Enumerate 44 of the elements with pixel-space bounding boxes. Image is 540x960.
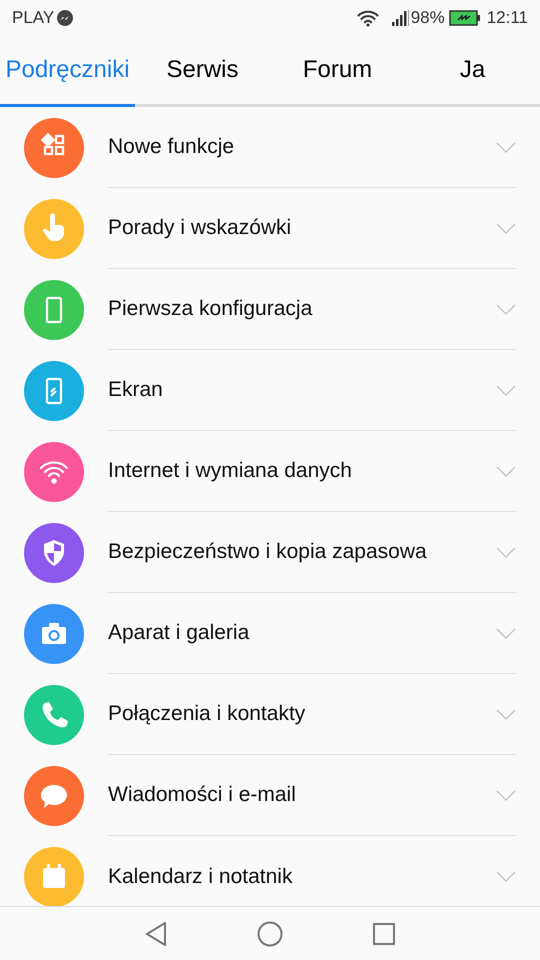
category-item[interactable]: Bezpieczeństwo i kopia zapasowa	[0, 512, 540, 593]
chevron-down-icon	[496, 304, 516, 314]
tab[interactable]: Forum	[270, 36, 405, 107]
category-label: Bezpieczeństwo i kopia zapasowa	[108, 539, 428, 566]
category-label: Porady i wskazówki	[108, 215, 292, 242]
category-item[interactable]: Pierwsza konfiguracja	[0, 269, 540, 350]
category-item[interactable]: Internet i wymiana danych	[0, 431, 540, 512]
signal-icon	[390, 10, 409, 26]
clock: 12:11	[486, 7, 528, 30]
category-label: Nowe funkcje	[108, 134, 236, 160]
category-label: Internet i wymiana danych	[108, 458, 353, 484]
category-item[interactable]: Połączenia i kontakty	[0, 674, 540, 755]
chevron-down-icon	[496, 384, 516, 396]
category-label: Ekran	[108, 377, 164, 404]
category-label: Wiadomości i e-mail	[108, 782, 297, 808]
chevron-down-icon	[496, 708, 516, 720]
chevron-down-icon	[496, 546, 516, 558]
wifi-icon	[356, 10, 379, 26]
category-item[interactable]: Kalendarz i notatnik	[0, 836, 540, 906]
home-icon[interactable]	[257, 920, 283, 946]
messenger-icon	[56, 9, 74, 27]
tab[interactable]: Ja	[405, 36, 540, 107]
category-item[interactable]: Wiadomości i e-mail	[0, 755, 540, 836]
recents-icon[interactable]	[373, 922, 395, 944]
category-item[interactable]: Porady i wskazówki	[0, 188, 540, 269]
category-label: Połączenia i kontakty	[108, 701, 306, 728]
tab[interactable]: Podręczniki	[0, 36, 135, 107]
category-item[interactable]: Nowe funkcje	[0, 107, 540, 188]
battery-icon	[448, 10, 481, 26]
back-icon[interactable]	[145, 922, 167, 946]
chevron-down-icon	[496, 142, 516, 152]
battery-percent: 98%	[410, 7, 445, 30]
chevron-down-icon	[496, 466, 516, 476]
category-item[interactable]: Aparat i galeria	[0, 593, 540, 674]
category-label: Aparat i galeria	[108, 620, 250, 646]
chevron-down-icon	[496, 222, 516, 234]
category-item[interactable]: Ekran	[0, 350, 540, 431]
chevron-down-icon	[496, 871, 516, 882]
chevron-down-icon	[496, 628, 516, 638]
carrier-name: PLAY	[12, 7, 54, 30]
category-label: Kalendarz i notatnik	[108, 864, 294, 890]
category-label: Pierwsza konfiguracja	[108, 296, 314, 322]
chevron-down-icon	[496, 790, 516, 800]
tab[interactable]: Serwis	[135, 36, 270, 107]
